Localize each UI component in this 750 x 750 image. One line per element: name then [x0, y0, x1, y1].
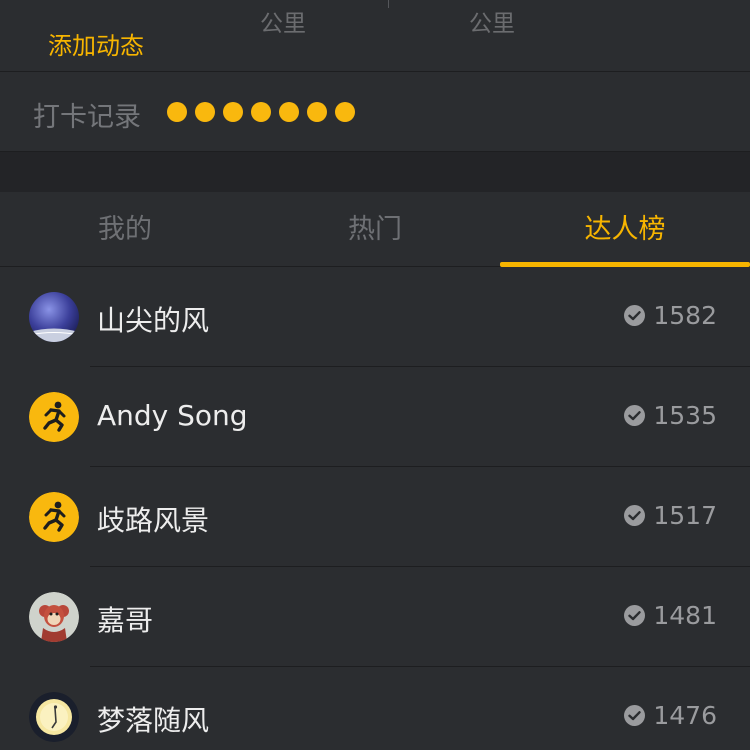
check-circle-icon [624, 705, 646, 726]
user-score: 1476 [624, 701, 717, 730]
checkin-record-row[interactable]: 打卡记录 [0, 73, 750, 152]
checkin-dot [251, 102, 271, 122]
checkin-dot [307, 102, 327, 122]
moon-avatar[interactable] [29, 692, 79, 742]
section-gap [0, 152, 750, 192]
add-post-button[interactable] [38, 0, 154, 16]
check-circle-icon [624, 505, 646, 526]
score-value: 1476 [653, 701, 717, 730]
leaderboard-row[interactable]: 山尖的风 1582 [0, 267, 750, 367]
add-post-circle-icon [38, 0, 154, 16]
tab-leaderboard[interactable]: 达人榜 [500, 192, 750, 267]
checkin-dot [167, 102, 187, 122]
distance-unit-left: 公里 [260, 11, 306, 37]
stats-divider [388, 0, 389, 8]
leaderboard-row[interactable]: 梦落随风 1476 [0, 667, 750, 750]
leaderboard-row[interactable]: Andy Song 1535 [0, 367, 750, 467]
score-value: 1481 [653, 601, 717, 630]
checkin-dot [335, 102, 355, 122]
runner-icon[interactable] [29, 392, 79, 442]
user-score: 1535 [624, 401, 717, 430]
stats-header: 添加动态 公里 公里 [0, 0, 750, 72]
checkin-dot [195, 102, 215, 122]
check-circle-icon [624, 305, 646, 326]
check-circle-icon [624, 405, 646, 426]
user-name: Andy Song [97, 399, 248, 432]
user-score: 1517 [624, 501, 717, 530]
leaderboard-row[interactable]: 歧路风景 1517 [0, 467, 750, 567]
monkey-avatar[interactable] [29, 592, 79, 642]
runner-icon[interactable] [29, 492, 79, 542]
score-value: 1535 [653, 401, 717, 430]
user-name: 山尖的风 [97, 304, 210, 337]
score-value: 1517 [653, 501, 717, 530]
score-value: 1582 [653, 301, 717, 330]
tab-bar: 我的 热门 达人榜 [0, 192, 750, 267]
checkin-dot [223, 102, 243, 122]
user-score: 1481 [624, 601, 717, 630]
user-score: 1582 [624, 301, 717, 330]
user-name: 歧路风景 [97, 504, 210, 537]
leaderboard-list: 山尖的风 1582 Andy Song 1535 歧路风景 1517 嘉哥 14… [0, 267, 750, 750]
user-name: 嘉哥 [97, 604, 154, 637]
user-name: 梦落随风 [97, 704, 210, 737]
night-sky-avatar[interactable] [29, 292, 79, 342]
check-circle-icon [624, 605, 646, 626]
tab-hot[interactable]: 热门 [250, 192, 500, 267]
distance-unit-right: 公里 [469, 11, 515, 37]
checkin-dot [279, 102, 299, 122]
tab-mine[interactable]: 我的 [0, 192, 250, 267]
leaderboard-row[interactable]: 嘉哥 1481 [0, 567, 750, 667]
add-post-label[interactable]: 添加动态 [0, 26, 192, 61]
checkin-record-label: 打卡记录 [33, 102, 141, 133]
